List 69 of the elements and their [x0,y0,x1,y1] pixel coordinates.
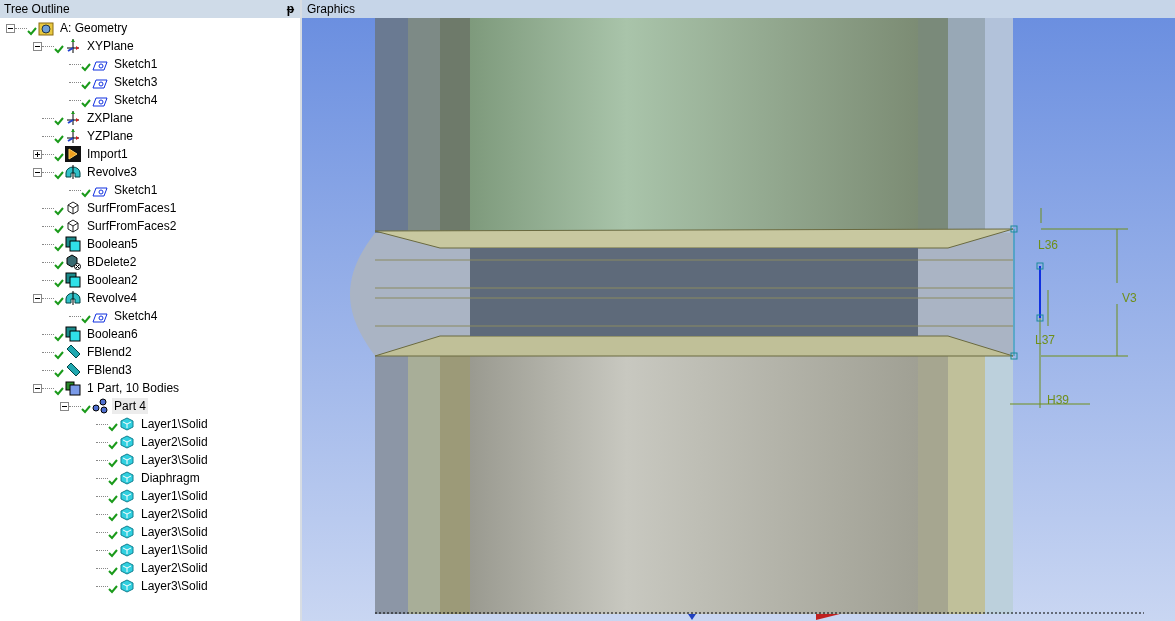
tree-item[interactable]: SurfFromFaces1 [85,200,179,216]
tree-item[interactable]: 1 Part, 10 Bodies [85,380,182,396]
collapse-toggle[interactable] [6,23,15,33]
body-cube-icon [119,524,135,540]
collapse-toggle[interactable] [60,401,69,411]
tree-item[interactable]: FBlend2 [85,344,134,360]
tree-item[interactable]: Sketch4 [112,308,160,324]
cube-outline-icon [65,200,81,216]
folder-icon [38,20,54,36]
collapse-toggle[interactable] [33,293,42,303]
tree-item[interactable]: Sketch4 [112,92,160,108]
panel-title: Graphics [307,2,356,16]
body-cube-icon [119,488,135,504]
tree-item[interactable]: XYPlane [85,38,136,54]
tree-item[interactable]: Layer1\Solid [139,416,210,432]
tree-item[interactable]: Sketch3 [112,74,160,90]
tree-item[interactable]: YZPlane [85,128,136,144]
body-cube-icon [119,560,135,576]
blend-icon [65,362,81,378]
import-icon [65,146,81,162]
panel-title: Tree Outline [4,2,70,16]
axes-icon [65,128,81,144]
tree-item[interactable]: BDelete2 [85,254,139,270]
boolean-icon [65,272,81,288]
boolean-icon [65,326,81,342]
tree-item[interactable]: Layer1\Solid [139,488,210,504]
tree-item[interactable]: Revolve3 [85,164,140,180]
body-cube-icon [119,542,135,558]
revolve-icon [65,290,81,306]
axes-icon [65,110,81,126]
tree-item[interactable]: Boolean6 [85,326,140,342]
tree-item[interactable]: Layer2\Solid [139,506,210,522]
tree-item[interactable]: Layer2\Solid [139,434,210,450]
body-cube-icon [119,506,135,522]
tree-item[interactable]: SurfFromFaces2 [85,218,179,234]
tree-item[interactable]: A: Geometry [58,20,130,36]
body-cube-icon [119,578,135,594]
body-cube-icon [119,452,135,468]
parts-icon [65,380,81,396]
cube-outline-icon [65,218,81,234]
axes-icon [65,38,81,54]
tree-item[interactable]: Layer1\Solid [139,542,210,558]
tree-item[interactable]: FBlend3 [85,362,134,378]
tree-item[interactable]: Layer2\Solid [139,560,210,576]
expand-toggle[interactable] [33,149,42,159]
tree-item[interactable]: Revolve4 [85,290,140,306]
part-icon [92,398,108,414]
tree-item[interactable]: Layer3\Solid [139,524,210,540]
tree-item[interactable]: Layer3\Solid [139,452,210,468]
body-cube-icon [119,416,135,432]
delete-body-icon [65,254,81,270]
tree-item[interactable]: Import1 [85,146,130,162]
tree-item[interactable]: Layer3\Solid [139,578,210,594]
revolve-icon [65,164,81,180]
tree-item[interactable]: ZXPlane [85,110,136,126]
tree-item[interactable]: Boolean5 [85,236,140,252]
collapse-toggle[interactable] [33,167,42,177]
tree-item[interactable]: Diaphragm [139,470,202,486]
tree-item[interactable]: Part 4 [112,398,148,414]
collapse-toggle[interactable] [33,383,42,393]
tree-item[interactable]: Boolean2 [85,272,140,288]
tree-item[interactable]: Sketch1 [112,182,160,198]
body-cube-icon [119,470,135,486]
blend-icon [65,344,81,360]
tree-item[interactable]: Sketch1 [112,56,160,72]
pin-button[interactable]: ᵽ [286,2,294,16]
boolean-icon [65,236,81,252]
body-cube-icon [119,434,135,450]
collapse-toggle[interactable] [33,41,42,51]
